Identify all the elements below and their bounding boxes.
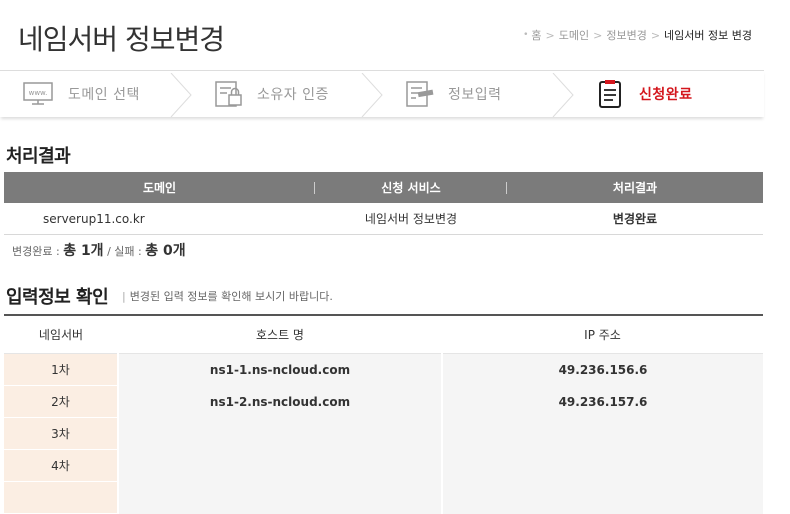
fail-label: 실패 : bbox=[114, 245, 146, 258]
hostname-cell bbox=[117, 449, 443, 482]
service-cell: 네임서버 정보변경 bbox=[315, 203, 507, 235]
step-label: 도메인 선택 bbox=[68, 87, 140, 103]
column-header-nameserver: 네임서버 bbox=[4, 315, 118, 354]
input-info-section-title: 입력정보 확인 bbox=[6, 287, 109, 308]
page-title: 네임서버 정보변경 bbox=[18, 23, 225, 56]
breadcrumb-home[interactable]: 홈 bbox=[531, 27, 541, 43]
ip-cell bbox=[442, 449, 763, 482]
column-header-service: 신청 서비스 bbox=[315, 172, 507, 203]
table-row: serverup11.co.kr 네임서버 정보변경 변경완료 bbox=[4, 203, 763, 235]
breadcrumb-current: 네임서버 정보 변경 bbox=[664, 29, 752, 42]
table-row: 1차 ns1-1.ns-ncloud.com 49.236.156.6 bbox=[4, 353, 763, 386]
step-label: 소유자 인증 bbox=[257, 87, 329, 103]
summary-separator: / bbox=[103, 245, 115, 258]
nameserver-table: 네임서버 호스트 명 IP 주소 1차 ns1-1.ns-ncloud.com … bbox=[4, 314, 763, 514]
breadcrumb-domain[interactable]: 도메인 bbox=[559, 27, 589, 43]
column-header-ip: IP 주소 bbox=[442, 315, 763, 354]
table-row: 4차 bbox=[4, 449, 763, 482]
ip-cell: 49.236.157.6 bbox=[442, 385, 763, 418]
result-section-title: 처리결과 bbox=[6, 146, 71, 167]
table-row bbox=[4, 481, 763, 514]
fail-count: 총 0개 bbox=[145, 243, 186, 259]
done-label: 변경완료 : bbox=[12, 245, 64, 258]
step-domain-select: www. 도메인 선택 bbox=[0, 71, 192, 117]
step-label: 신청완료 bbox=[639, 87, 693, 103]
order-cell: 2차 bbox=[4, 385, 118, 418]
result-table: 도메인 신청 서비스 처리결과 serverup11.co.kr 네임서버 정보… bbox=[4, 172, 763, 235]
step-arrow-icon bbox=[361, 73, 383, 117]
result-summary: 변경완료 : 총 1개 / 실패 : 총 0개 bbox=[12, 240, 186, 260]
table-row: 3차 bbox=[4, 417, 763, 450]
done-count: 총 1개 bbox=[63, 243, 104, 259]
ip-cell bbox=[442, 417, 763, 450]
breadcrumb: • 홈 > 도메인 > 정보변경 > 네임서버 정보 변경 bbox=[523, 27, 752, 43]
chevron-right-icon: > bbox=[593, 28, 603, 42]
column-header-domain: 도메인 bbox=[4, 172, 315, 203]
column-header-hostname: 호스트 명 bbox=[118, 315, 442, 354]
order-cell: 3차 bbox=[4, 417, 118, 450]
step-complete: 신청완료 bbox=[573, 71, 764, 117]
step-owner-auth: 소유자 인증 bbox=[191, 71, 383, 117]
domain-cell: serverup11.co.kr bbox=[4, 203, 315, 235]
step-label: 정보입력 bbox=[448, 87, 502, 103]
step-info-input: 정보입력 bbox=[382, 71, 574, 117]
document-lock-icon bbox=[213, 79, 245, 109]
bullet-icon: • bbox=[523, 30, 529, 40]
status-cell: 변경완료 bbox=[507, 203, 763, 235]
order-cell bbox=[4, 481, 118, 514]
document-edit-icon bbox=[404, 79, 436, 109]
order-cell: 4차 bbox=[4, 449, 118, 482]
column-header-result: 처리결과 bbox=[507, 172, 763, 203]
progress-steps: www. 도메인 선택 소유자 인증 정보입력 신청완료 bbox=[0, 70, 764, 117]
document-list-icon bbox=[595, 79, 627, 109]
input-info-subtitle: | 변경된 입력 정보를 확인해 보시기 바랍니다. bbox=[122, 290, 333, 303]
ip-cell bbox=[442, 481, 763, 514]
table-row: 2차 ns1-2.ns-ncloud.com 49.236.157.6 bbox=[4, 385, 763, 418]
order-cell: 1차 bbox=[4, 353, 118, 386]
hostname-cell bbox=[117, 481, 443, 514]
step-arrow-icon bbox=[552, 73, 574, 117]
step-arrow-icon bbox=[170, 73, 192, 117]
hostname-cell bbox=[117, 417, 443, 450]
breadcrumb-info-change[interactable]: 정보변경 bbox=[606, 27, 646, 43]
www-monitor-icon: www. bbox=[22, 79, 54, 109]
chevron-right-icon: > bbox=[650, 28, 661, 42]
hostname-cell: ns1-2.ns-ncloud.com bbox=[117, 385, 443, 418]
hostname-cell: ns1-1.ns-ncloud.com bbox=[117, 353, 443, 386]
svg-text:www.: www. bbox=[29, 89, 48, 97]
ip-cell: 49.236.156.6 bbox=[442, 353, 763, 386]
chevron-right-icon: > bbox=[545, 28, 555, 42]
